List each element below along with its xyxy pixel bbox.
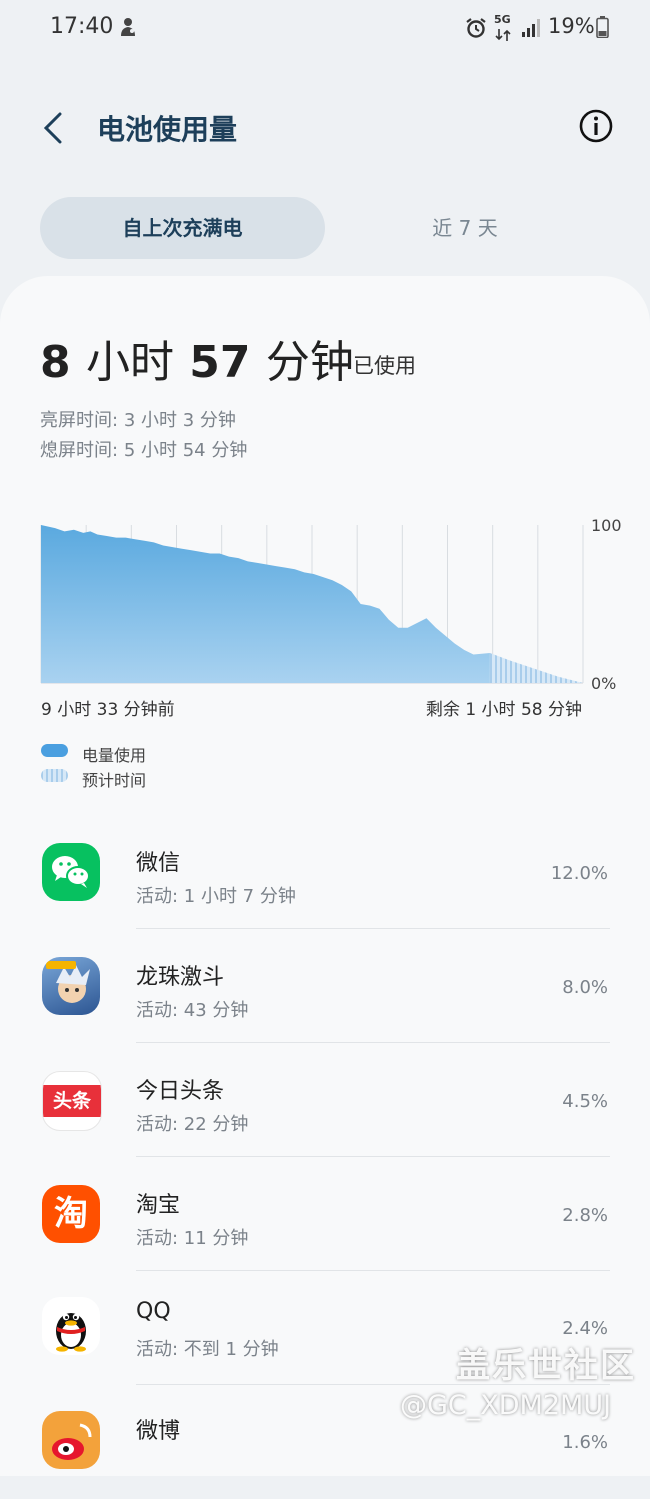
app-percent: 1.6% <box>562 1432 608 1453</box>
app-row-toutiao[interactable]: 头条 今日头条 活动: 22 分钟 4.5% <box>0 1043 650 1157</box>
battery-percent: 19% <box>548 14 595 38</box>
battery-icon <box>596 16 609 42</box>
screen-off-time: 熄屏时间: 5 小时 54 分钟 <box>40 436 247 462</box>
usage-suffix: 已使用 <box>353 354 416 378</box>
usage-hours: 8 <box>40 337 71 388</box>
back-button[interactable] <box>36 106 76 150</box>
app-percent: 2.8% <box>562 1205 608 1226</box>
notification-icon <box>118 16 138 42</box>
legend-label-predicted: 预计时间 <box>82 771 147 790</box>
chart-start-label: 9 小时 33 分钟前 <box>41 700 175 720</box>
app-name: 淘宝 <box>136 1193 181 1218</box>
app-name: 今日头条 <box>136 1079 225 1104</box>
status-bar: 17:40 5G 19% <box>0 0 650 56</box>
period-tabs: 自上次充满电 近 7 天 <box>40 197 610 259</box>
dragonball-game-icon <box>42 957 100 1015</box>
app-activity: 活动: 43 分钟 <box>136 1000 249 1021</box>
y-tick-min: 0% <box>591 674 617 693</box>
app-activity: 活动: 11 分钟 <box>136 1228 249 1249</box>
usage-minutes-unit: 分钟 <box>265 337 354 388</box>
wechat-icon <box>42 843 100 901</box>
predicted-time-area <box>489 652 583 683</box>
signal-icon <box>520 16 542 42</box>
legend-swatch-usage <box>41 744 68 757</box>
battery-usage-area <box>41 525 490 683</box>
status-time: 17:40 <box>50 14 114 39</box>
info-icon <box>579 109 613 143</box>
battery-chart: 100 0% <box>0 500 650 700</box>
app-percent: 8.0% <box>562 977 608 998</box>
weibo-icon <box>42 1411 100 1469</box>
network-label: 5G <box>494 13 511 26</box>
taobao-icon: 淘 <box>42 1185 100 1243</box>
legend-label-usage: 电量使用 <box>82 746 147 765</box>
page-title: 电池使用量 <box>97 113 238 146</box>
watermark-handle: @GC_XDM2MUJ <box>400 1390 612 1421</box>
app-name: QQ <box>136 1299 171 1324</box>
screen-on-value: 3 小时 3 分钟 <box>123 410 236 431</box>
back-arrow-icon <box>43 112 62 144</box>
app-percent: 4.5% <box>562 1091 608 1112</box>
app-header: 电池使用量 <box>0 90 650 170</box>
app-activity: 活动: 22 分钟 <box>136 1114 249 1135</box>
app-name: 龙珠激斗 <box>136 965 225 990</box>
toutiao-icon-text: 头条 <box>43 1085 101 1117</box>
app-name: 微信 <box>136 851 181 876</box>
chart-end-label: 剩余 1 小时 58 分钟 <box>425 700 582 720</box>
usage-total-time: 8 小时 57 分钟 <box>40 326 354 390</box>
usage-minutes: 57 <box>189 337 251 388</box>
taobao-icon-text: 淘 <box>54 1194 88 1234</box>
screen-on-time: 亮屏时间: 3 小时 3 分钟 <box>40 406 236 432</box>
app-percent: 2.4% <box>562 1318 608 1339</box>
app-row-taobao[interactable]: 淘 淘宝 活动: 11 分钟 2.8% <box>0 1157 650 1271</box>
app-activity: 活动: 不到 1 分钟 <box>136 1339 279 1360</box>
y-tick-max: 100 <box>591 516 622 535</box>
app-row-dragonball[interactable]: 龙珠激斗 活动: 43 分钟 8.0% <box>0 929 650 1043</box>
usage-hours-unit: 小时 <box>85 337 174 388</box>
alarm-icon <box>465 17 487 43</box>
tab-since-full-charge[interactable]: 自上次充满电 <box>40 197 325 259</box>
legend-swatch-predicted <box>41 769 68 782</box>
watermark-community: 盖乐世社区 <box>456 1346 636 1386</box>
network-5g-icon: 5G <box>494 14 516 45</box>
screen-off-label: 熄屏时间: <box>40 440 119 461</box>
screen-off-value: 5 小时 54 分钟 <box>123 440 248 461</box>
qq-penguin-icon <box>42 1297 100 1355</box>
tab-last-7-days[interactable]: 近 7 天 <box>340 197 590 259</box>
app-activity: 活动: 1 小时 7 分钟 <box>136 886 296 907</box>
info-button[interactable] <box>578 108 614 144</box>
app-percent: 12.0% <box>550 863 608 884</box>
app-name: 微博 <box>136 1419 181 1444</box>
toutiao-icon: 头条 <box>42 1071 102 1131</box>
battery-chart-svg <box>40 525 584 684</box>
screen-on-label: 亮屏时间: <box>40 410 119 431</box>
app-row-wechat[interactable]: 微信 活动: 1 小时 7 分钟 12.0% <box>0 815 650 929</box>
